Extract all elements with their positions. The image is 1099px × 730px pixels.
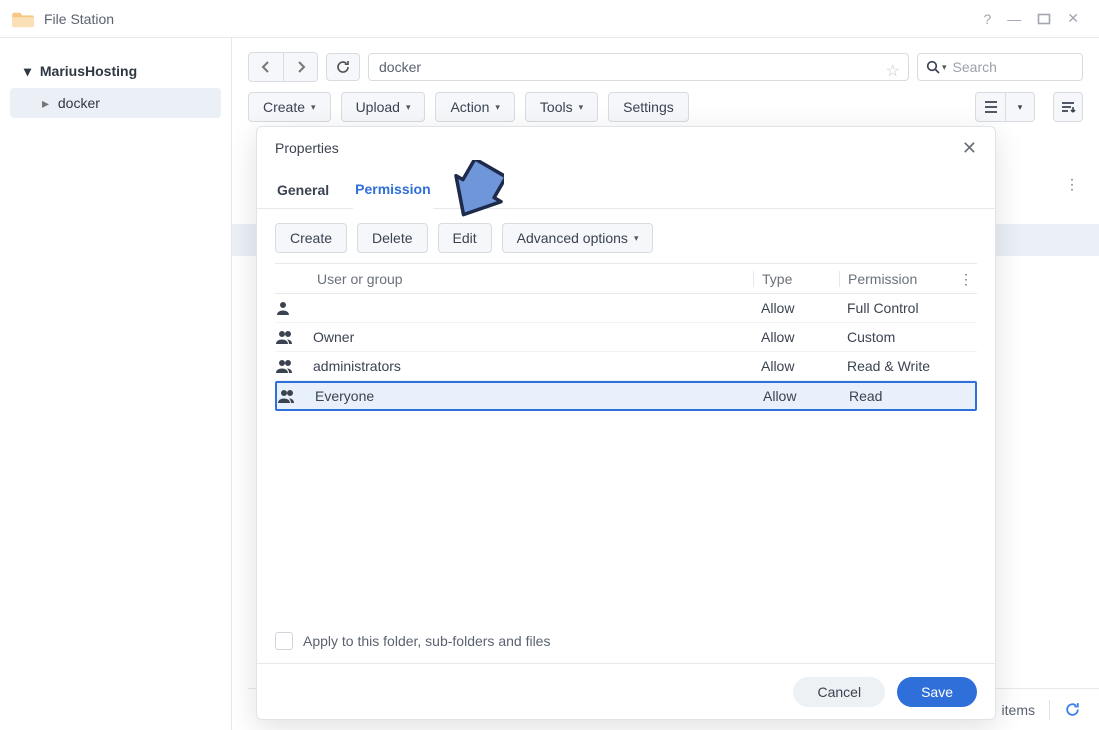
- path-value: docker: [379, 59, 421, 75]
- window-maximize[interactable]: [1029, 9, 1059, 29]
- settings-button[interactable]: Settings: [608, 92, 689, 122]
- permission-row[interactable]: EveryoneAllowRead: [275, 381, 977, 411]
- row-type: Allow: [753, 358, 839, 374]
- permission-row[interactable]: OwnerAllowCustom: [275, 323, 977, 352]
- search-icon: [926, 60, 940, 74]
- permission-table: User or group Type Permission ⋮ AllowFul…: [275, 263, 977, 411]
- row-user: administrators: [313, 358, 753, 374]
- perm-edit-button[interactable]: Edit: [438, 223, 492, 253]
- cancel-button[interactable]: Cancel: [793, 677, 885, 707]
- tab-permission[interactable]: Permission: [353, 171, 432, 209]
- favorite-star-icon[interactable]: ☆: [886, 59, 900, 85]
- apply-checkbox[interactable]: [275, 632, 293, 650]
- row-type: Allow: [755, 388, 841, 404]
- row-permission: Read: [841, 388, 975, 404]
- items-count-label: items: [1002, 702, 1035, 718]
- view-list-button[interactable]: [975, 92, 1005, 122]
- caret-down-icon: ▾: [24, 56, 34, 86]
- row-user: Owner: [313, 329, 753, 345]
- tab-general[interactable]: General: [275, 172, 331, 208]
- row-type: Allow: [753, 300, 839, 316]
- action-button[interactable]: Action▾: [435, 92, 514, 122]
- permission-row[interactable]: administratorsAllowRead & Write: [275, 352, 977, 381]
- search-dropdown-icon[interactable]: ▾: [942, 62, 947, 73]
- window-minimize[interactable]: —: [999, 7, 1029, 31]
- caret-right-icon: ▸: [42, 88, 52, 118]
- tree-item-docker[interactable]: ▸ docker: [10, 88, 221, 118]
- save-button[interactable]: Save: [897, 677, 977, 707]
- window-help[interactable]: ?: [975, 7, 999, 31]
- col-menu-icon[interactable]: ⋮: [959, 271, 973, 288]
- group-icon: [275, 359, 313, 373]
- perm-create-button[interactable]: Create: [275, 223, 347, 253]
- status-refresh[interactable]: [1064, 701, 1081, 718]
- search-input[interactable]: ▾ Search: [917, 53, 1083, 81]
- upload-button[interactable]: Upload▾: [341, 92, 426, 122]
- dialog-title: Properties: [275, 140, 339, 156]
- col-permission[interactable]: Permission ⋮: [839, 271, 977, 287]
- group-icon: [277, 389, 315, 403]
- tools-button[interactable]: Tools▾: [525, 92, 598, 122]
- nav-back[interactable]: [249, 53, 283, 81]
- path-input[interactable]: docker ☆: [368, 53, 909, 81]
- row-permission: Full Control: [839, 300, 977, 316]
- create-button[interactable]: Create▾: [248, 92, 331, 122]
- app-folder-icon: [12, 10, 34, 28]
- row-permission: Custom: [839, 329, 977, 345]
- perm-advanced-button[interactable]: Advanced options▾: [502, 223, 654, 253]
- col-type[interactable]: Type: [753, 271, 839, 287]
- search-placeholder: Search: [953, 59, 997, 75]
- perm-delete-button[interactable]: Delete: [357, 223, 427, 253]
- col-user[interactable]: User or group: [275, 271, 753, 287]
- tree-root-label: MariusHosting: [40, 63, 137, 79]
- row-type: Allow: [753, 329, 839, 345]
- tree-item-label: docker: [58, 95, 100, 111]
- apply-label: Apply to this folder, sub-folders and fi…: [303, 633, 550, 649]
- user-icon: [275, 301, 313, 315]
- tree-root[interactable]: ▾ MariusHosting: [0, 56, 231, 86]
- folder-tree: ▾ MariusHosting ▸ docker: [0, 38, 232, 730]
- app-title: File Station: [44, 11, 975, 27]
- nav-forward[interactable]: [283, 53, 317, 81]
- nav-history: [248, 52, 318, 82]
- permission-row[interactable]: AllowFull Control: [275, 294, 977, 323]
- nav-reload[interactable]: [326, 53, 360, 81]
- table-header-menu[interactable]: ⋮: [1065, 176, 1079, 193]
- sort-button[interactable]: [1053, 92, 1083, 122]
- row-permission: Read & Write: [839, 358, 977, 374]
- dialog-close[interactable]: ✕: [962, 138, 977, 159]
- group-icon: [275, 330, 313, 344]
- properties-dialog: Properties ✕ General Permission Create D…: [256, 126, 996, 720]
- row-user: Everyone: [315, 388, 755, 404]
- view-dropdown[interactable]: ▾: [1005, 92, 1035, 122]
- window-close[interactable]: ✕: [1059, 6, 1087, 31]
